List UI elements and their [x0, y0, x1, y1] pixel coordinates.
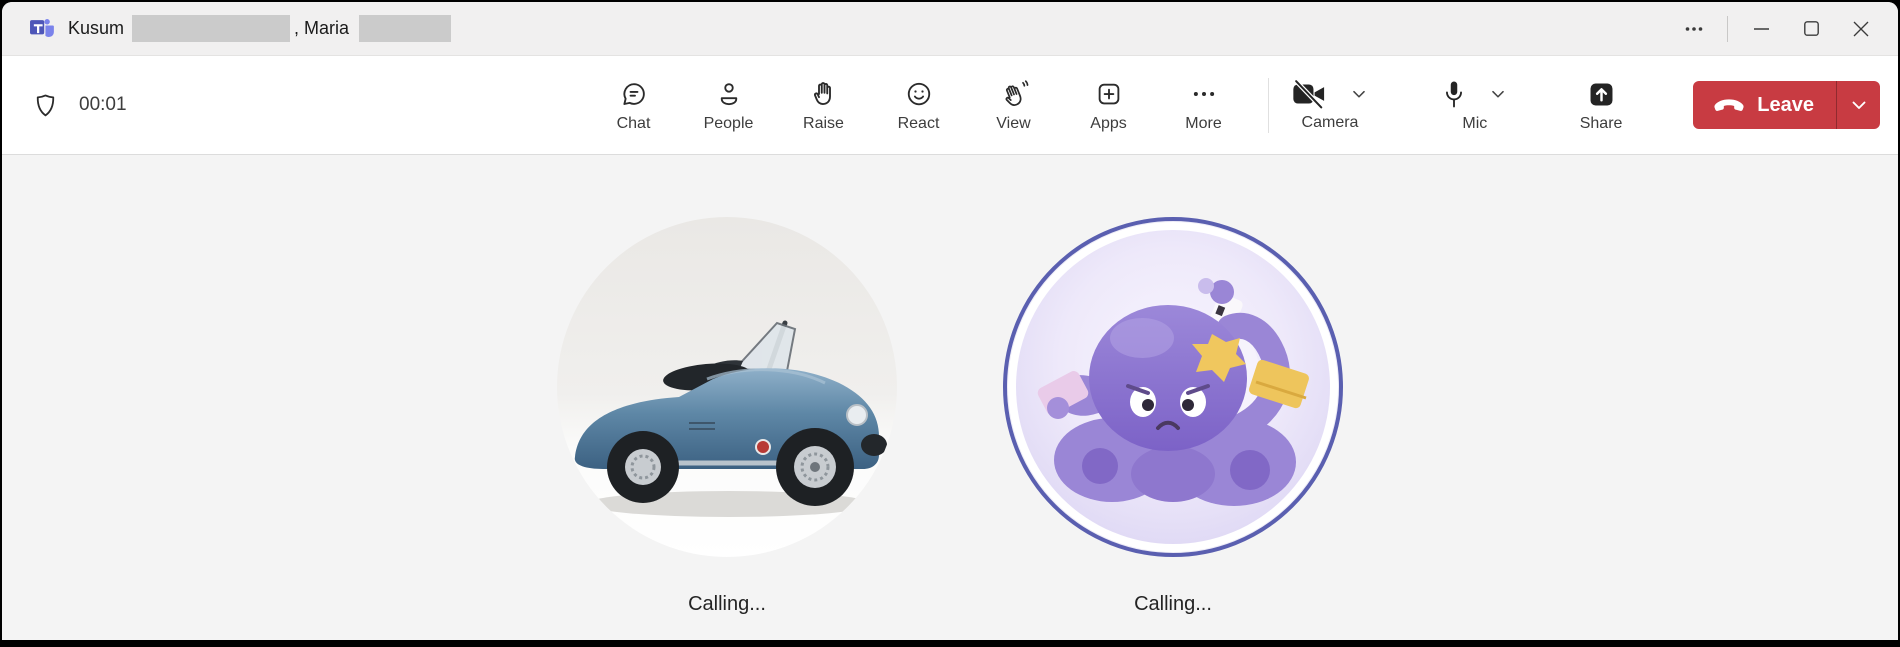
title-name-2: , Maria — [294, 18, 350, 38]
toolbar-device-controls: Camera Mic Share Leave — [1290, 56, 1880, 154]
minimize-button[interactable] — [1736, 7, 1786, 51]
chat-bubble-icon — [622, 82, 645, 105]
person-icon — [720, 82, 737, 105]
raise-label: People — [703, 114, 754, 132]
window-title: Kusum , Maria — [68, 15, 455, 42]
chat-button[interactable]: Chat — [586, 56, 681, 154]
share-label: Share — [1579, 114, 1623, 132]
leave-label: Leave — [1757, 93, 1814, 116]
view-button[interactable]: View — [966, 56, 1061, 154]
call-toolbar: 00:01 Chat People Raise React View Apps … — [2, 56, 1898, 155]
titlebar-left: Kusum , Maria — [2, 15, 455, 42]
shield-icon — [36, 94, 55, 116]
chat-label: Chat — [616, 114, 651, 132]
redacted-surname-2 — [359, 15, 452, 42]
calling-status: Calling... — [1134, 593, 1212, 615]
teams-call-window: Kusum , Maria 00:01 Chat People Raise Rea… — [2, 2, 1898, 640]
smiley-icon — [907, 82, 930, 105]
more-label: More — [1185, 114, 1222, 132]
leave-button[interactable]: Leave — [1693, 81, 1836, 129]
raised-hand-icon — [813, 81, 831, 105]
teams-logo-icon — [30, 19, 54, 38]
mic-group: Mic — [1441, 56, 1509, 154]
chevron-down-icon — [1353, 90, 1365, 98]
close-button[interactable] — [1836, 7, 1886, 51]
plus-square-icon — [1098, 83, 1119, 104]
chevron-down-icon — [1852, 101, 1865, 109]
view-label: View — [996, 114, 1031, 132]
camera-label: Camera — [1301, 114, 1359, 131]
redacted-surname-1 — [132, 15, 291, 42]
ellipsis-icon — [1193, 91, 1214, 96]
waving-hand-icon — [1005, 79, 1028, 106]
share-button[interactable]: Share — [1579, 56, 1623, 154]
more-options-button[interactable] — [1669, 7, 1719, 51]
toolbar-center-items: Chat People Raise React View Apps More — [586, 56, 1251, 154]
car-avatar-image — [557, 217, 897, 557]
close-icon — [1853, 21, 1869, 36]
maximize-icon — [1803, 21, 1819, 36]
maximize-button[interactable] — [1786, 7, 1836, 51]
camera-toggle-button[interactable] — [1290, 79, 1328, 109]
ellipsis-icon — [1685, 26, 1703, 31]
octopus-avatar-image — [1016, 230, 1330, 544]
react-label: React — [897, 114, 940, 132]
participant-tile-2: Calling... — [1003, 217, 1343, 639]
title-name-1: Kusum — [68, 18, 125, 38]
mic-toggle-button[interactable] — [1441, 78, 1467, 110]
titlebar: Kusum , Maria — [2, 2, 1898, 56]
apps-button[interactable]: Apps — [1061, 56, 1156, 154]
share-screen-icon — [1590, 83, 1613, 105]
react-button[interactable]: React — [871, 56, 966, 154]
classic-blue-car-photo[interactable] — [557, 217, 897, 557]
leave-split-button: Leave — [1693, 81, 1880, 129]
call-timer: 00:01 — [79, 94, 127, 115]
minimize-icon — [1753, 27, 1769, 30]
mic-options-button[interactable] — [1467, 83, 1509, 105]
titlebar-divider — [1727, 15, 1728, 42]
mic-label: Mic — [1462, 115, 1488, 132]
camera-options-button[interactable] — [1328, 83, 1370, 105]
mic-icon — [1445, 81, 1462, 108]
hangup-phone-icon — [1714, 98, 1744, 111]
apps-label: Apps — [1090, 114, 1127, 132]
people-button[interactable]: People — [681, 56, 776, 154]
raise-hand-button[interactable]: Raise — [776, 56, 871, 154]
window-controls — [1669, 2, 1898, 55]
participant-tile-1: Calling... — [557, 217, 897, 639]
camera-controls — [1290, 79, 1370, 109]
camera-off-icon — [1293, 79, 1325, 109]
octopus-avatar-frame — [1016, 230, 1330, 544]
mic-controls — [1441, 78, 1509, 110]
calling-status: Calling... — [688, 593, 766, 615]
toolbar-divider — [1268, 78, 1269, 133]
camera-group: Camera — [1290, 56, 1370, 154]
raise-label: Raise — [803, 114, 844, 132]
purple-octopus-illustration[interactable] — [1003, 217, 1343, 557]
call-stage: Calling... Calling... — [2, 155, 1898, 639]
leave-options-button[interactable] — [1836, 81, 1880, 129]
chevron-down-icon — [1492, 90, 1504, 98]
more-button[interactable]: More — [1156, 56, 1251, 154]
call-info: 00:01 — [32, 56, 127, 154]
